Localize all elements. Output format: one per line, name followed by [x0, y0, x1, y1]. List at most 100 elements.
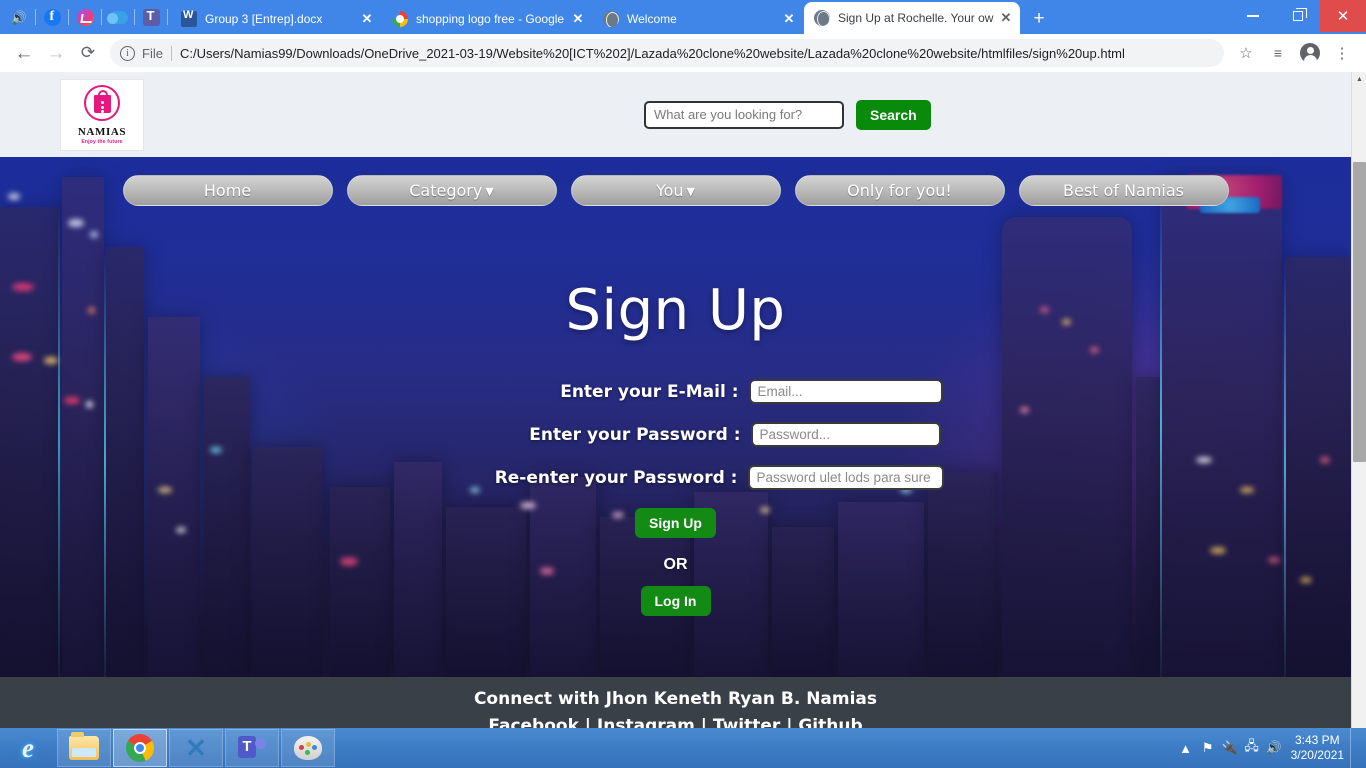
divider — [68, 9, 69, 25]
taskbar-internet-explorer[interactable]: e — [1, 729, 55, 767]
page-scrollbar[interactable]: ▲ — [1351, 72, 1366, 728]
close-window-button[interactable]: ✕ — [1320, 0, 1366, 32]
reading-list-icon: ≡ — [1273, 45, 1283, 61]
divider — [167, 9, 168, 25]
back-button[interactable]: ← — [8, 37, 40, 69]
footer-connect-text: Connect with Jhon Keneth Ryan B. Namias — [473, 689, 878, 709]
reload-button[interactable]: ⟳ — [72, 37, 104, 69]
taskbar-vscode[interactable]: ✕ — [169, 729, 223, 767]
footer-social-links[interactable]: Facebook | Instagram | Twitter | Github — [0, 716, 1351, 728]
tab-close-icon[interactable]: ✕ — [781, 11, 797, 27]
main-navigation: Home Category ▼ You ▼ Only for you! Best — [0, 157, 1351, 206]
arrow-right-icon: → — [46, 42, 66, 64]
teams-icon — [238, 735, 266, 761]
shopping-bag-icon — [82, 84, 122, 125]
forward-button[interactable]: → — [40, 37, 72, 69]
messenger-icon[interactable] — [72, 0, 98, 34]
pinned-shortcuts: 🔊 — [0, 0, 171, 34]
speaker-icon[interactable]: 🔊 — [6, 0, 32, 34]
taskbar-chrome[interactable] — [113, 729, 167, 767]
signup-button[interactable]: Sign Up — [635, 508, 716, 538]
login-button[interactable]: Log In — [640, 586, 711, 616]
email-field[interactable] — [748, 379, 943, 404]
login-button-row: Log In — [0, 586, 1351, 616]
logo-tagline: Enjoy the future — [81, 138, 123, 145]
flag-error-icon[interactable]: ⚑ — [1197, 728, 1219, 768]
vscode-icon: ✕ — [185, 733, 207, 763]
google-icon — [392, 11, 408, 27]
reading-list-button[interactable]: ≡ — [1262, 37, 1294, 69]
reload-icon: ⟳ — [80, 43, 96, 62]
word-icon — [181, 9, 197, 27]
email-label: Enter your E-Mail : — [560, 381, 739, 402]
nav-label: Home — [203, 181, 252, 200]
taskbar-file-explorer[interactable] — [57, 729, 111, 767]
divider — [170, 45, 172, 61]
repassword-field[interactable] — [747, 465, 944, 490]
site-header: NAMIAS Enjoy the future Search — [0, 72, 1351, 157]
tab-title: Sign Up at Rochelle. Your own sh — [838, 11, 994, 25]
repassword-row: Re-enter your Password : — [0, 465, 1351, 490]
hero-section: Home Category ▼ You ▼ Only for you! Best — [0, 157, 1351, 677]
network-icon[interactable]: 🖧 — [1241, 728, 1263, 768]
globe-icon — [603, 11, 619, 27]
onedrive-icon[interactable] — [105, 0, 131, 34]
tab-close-icon[interactable]: ✕ — [570, 11, 586, 27]
bookmark-button[interactable]: ☆ — [1230, 37, 1262, 69]
divider — [134, 9, 135, 25]
taskbar-teams[interactable] — [225, 729, 279, 767]
scroll-up-arrow-icon[interactable]: ▲ — [1352, 72, 1366, 87]
nav-item-you[interactable]: You ▼ — [570, 175, 781, 206]
password-field[interactable] — [750, 422, 941, 447]
password-label: Enter your Password : — [529, 424, 741, 445]
chrome-icon — [126, 734, 154, 762]
taskbar-paint[interactable] — [281, 729, 335, 767]
browser-toolbar: ← → ⟳ i File C:/Users/Namias99/Downloads… — [0, 34, 1366, 72]
internet-explorer-icon: e — [22, 732, 34, 763]
tab-sign-up-rochelle[interactable]: Sign Up at Rochelle. Your own sh ✕ — [804, 2, 1020, 34]
minimize-button[interactable] — [1230, 0, 1275, 32]
search-input[interactable] — [644, 100, 844, 129]
nav-item-best-of-namias[interactable]: Best of Namias — [1018, 175, 1229, 206]
tab-close-icon[interactable]: ✕ — [998, 10, 1014, 26]
divider — [101, 9, 102, 25]
file-explorer-icon — [69, 732, 99, 760]
clock[interactable]: 3:43 PM 3/20/2021 — [1291, 733, 1344, 763]
signup-form: Enter your E-Mail : Enter your Password … — [0, 379, 1351, 616]
chrome-menu-button[interactable]: ⋮ — [1326, 37, 1358, 69]
tab-group3-entrep-docx[interactable]: Group 3 [Entrep].docx ✕ — [171, 4, 381, 34]
kebab-menu-icon: ⋮ — [1334, 45, 1350, 62]
signup-button-row: Sign Up — [0, 508, 1351, 538]
profile-button[interactable] — [1294, 37, 1326, 69]
nav-item-category[interactable]: Category ▼ — [346, 175, 557, 206]
url-text: C:/Users/Namias99/Downloads/OneDrive_202… — [179, 45, 1125, 61]
search-button[interactable]: Search — [856, 99, 931, 130]
arrow-left-icon: ← — [14, 42, 34, 64]
teams-icon[interactable] — [138, 0, 164, 34]
facebook-icon[interactable] — [39, 0, 65, 34]
chevron-down-icon: ▼ — [686, 185, 696, 198]
scrollbar-thumb[interactable] — [1353, 162, 1366, 462]
tray-overflow-icon[interactable]: ▲ — [1175, 728, 1197, 768]
site-logo[interactable]: NAMIAS Enjoy the future — [60, 78, 144, 151]
power-error-icon[interactable]: 🔌 — [1219, 728, 1241, 768]
chevron-down-icon: ▼ — [485, 185, 494, 198]
info-icon[interactable]: i — [120, 45, 135, 61]
tab-title: shopping logo free - Google Sea — [416, 12, 566, 26]
show-desktop-button[interactable] — [1350, 728, 1358, 768]
volume-icon[interactable]: 🔊 — [1263, 728, 1285, 768]
tab-shopping-logo-google-search[interactable]: shopping logo free - Google Sea ✕ — [382, 4, 592, 34]
nav-item-home[interactable]: Home — [122, 175, 333, 206]
new-tab-button[interactable]: + — [1025, 6, 1053, 34]
tab-welcome[interactable]: Welcome ✕ — [593, 4, 803, 34]
clock-time: 3:43 PM — [1294, 733, 1340, 747]
password-row: Enter your Password : — [0, 422, 1351, 447]
nav-item-only-for-you[interactable]: Only for you! — [794, 175, 1005, 206]
address-bar[interactable]: i File C:/Users/Namias99/Downloads/OneDr… — [110, 39, 1224, 67]
star-icon: ☆ — [1239, 45, 1253, 62]
paint-icon — [294, 736, 322, 760]
maximize-button[interactable] — [1275, 0, 1320, 32]
tab-title: Group 3 [Entrep].docx — [205, 12, 323, 26]
or-separator: OR — [663, 556, 688, 573]
tab-close-icon[interactable]: ✕ — [359, 11, 375, 27]
